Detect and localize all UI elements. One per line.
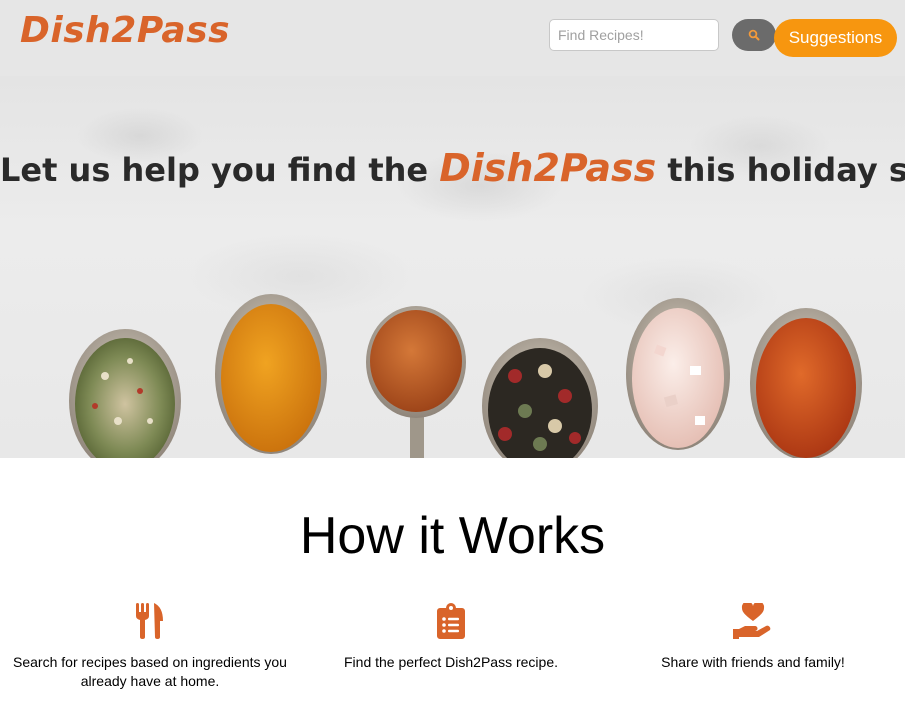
how-it-works-title: How it Works [299,507,606,565]
clipboard-list-icon [437,603,465,639]
chili-powder-spoon [750,308,862,458]
step-share-text: Share with friends and family! [661,654,845,670]
search-input[interactable] [549,19,719,51]
hero-headline-brand: Dish2Pass [439,146,657,190]
search-icon [748,29,760,41]
utensils-icon [136,603,163,639]
dried-herbs-spoon [69,329,181,458]
step-find: Find the perfect Dish2Pass recipe. [301,603,601,672]
brand-logo[interactable]: Dish2Pass [20,10,230,51]
search-button[interactable] [732,19,776,51]
navbar: Dish2Pass Suggestions [0,0,905,76]
hero-headline-prefix: Let us help you find the [0,151,429,189]
step-find-text: Find the perfect Dish2Pass recipe. [344,654,558,670]
suggestions-button[interactable]: Suggestions [774,19,897,57]
hand-heart-icon [733,603,771,639]
spices-illustration [69,294,862,458]
turmeric-spoon [215,294,327,454]
step-share: Share with friends and family! [603,603,903,672]
step-search-text: Search for recipes based on ingredients … [13,654,287,689]
peppercorn-spoon [482,338,598,458]
hero-banner: Let us help you find the Dish2Pass this … [0,76,905,458]
step-search: Search for recipes based on ingredients … [0,603,300,691]
hero-headline-suffix: this holiday season! [667,151,905,189]
hero-headline: Let us help you find the Dish2Pass this … [0,146,905,190]
paprika-spoon [366,306,466,458]
pink-salt-spoon [626,298,730,450]
